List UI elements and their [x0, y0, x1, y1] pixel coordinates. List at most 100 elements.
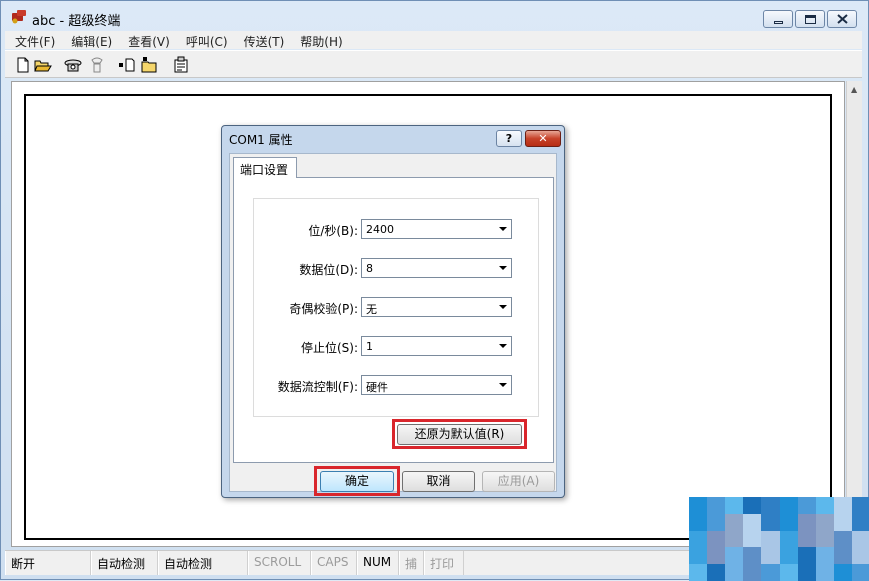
mosaic-tile [851, 530, 869, 548]
stop-bits-select[interactable]: 1 [361, 336, 512, 356]
mosaic-tile [779, 547, 798, 565]
window-title: abc - 超级终端 [32, 14, 121, 29]
chevron-down-icon [499, 266, 507, 270]
flow-control-select[interactable]: 硬件 [361, 375, 512, 395]
mosaic-tile [833, 564, 852, 581]
menu-transfer[interactable]: 传送(T) [234, 31, 291, 49]
scroll-up-icon[interactable]: ▲ [851, 85, 857, 94]
mosaic-tile [761, 564, 780, 581]
apply-button[interactable]: 应用(A) [482, 471, 555, 492]
mosaic-tile [707, 564, 726, 581]
status-detect-2: 自动检测 [158, 551, 248, 575]
menu-help[interactable]: 帮助(H) [290, 31, 348, 49]
status-connection: 断开 [5, 551, 91, 575]
menu-bar: 文件(F) 编辑(E) 查看(V) 呼叫(C) 传送(T) 帮助(H) [5, 31, 862, 49]
ok-button[interactable]: 确定 [320, 471, 394, 492]
mosaic-tile [851, 564, 869, 581]
data-bits-value: 8 [366, 262, 373, 275]
mosaic-tile [815, 513, 834, 531]
parity-select[interactable]: 无 [361, 297, 512, 317]
menu-file[interactable]: 文件(F) [5, 31, 61, 49]
mosaic-tile [779, 530, 798, 548]
call-icon[interactable] [63, 55, 83, 75]
mosaic-tile [725, 564, 744, 581]
mosaic-tile [797, 564, 816, 581]
cancel-button[interactable]: 取消 [402, 471, 475, 492]
mosaic-tile [743, 513, 762, 531]
mosaic-tile [689, 530, 708, 548]
restore-defaults-button[interactable]: 还原为默认值(R) [397, 424, 522, 445]
mosaic-tile [815, 564, 834, 581]
mosaic-tile [761, 513, 780, 531]
mosaic-tile [833, 530, 852, 548]
mosaic-tile [725, 513, 744, 531]
status-detect-1: 自动检测 [91, 551, 158, 575]
mosaic-tile [743, 530, 762, 548]
close-button[interactable] [827, 10, 857, 28]
stop-bits-label: 停止位(S): [300, 341, 358, 355]
send-icon[interactable] [117, 55, 137, 75]
receive-icon[interactable] [139, 55, 159, 75]
status-caps: CAPS [311, 551, 357, 575]
new-icon[interactable] [13, 55, 33, 75]
open-icon[interactable] [33, 55, 53, 75]
mosaic-tile [779, 497, 798, 514]
title-bar: abc - 超级终端 [1, 1, 868, 33]
hyperterminal-icon [12, 10, 26, 24]
menu-view[interactable]: 查看(V) [118, 31, 176, 49]
mosaic-tile [797, 530, 816, 548]
mosaic-tile [779, 513, 798, 531]
mosaic-tile [779, 564, 798, 581]
properties-icon[interactable] [171, 55, 191, 75]
settings-group: 位/秒(B): 2400 数据位(D): 8 奇偶校验(P): 无 停止位(S)… [253, 198, 539, 417]
chevron-down-icon [499, 344, 507, 348]
mosaic-tile [761, 530, 780, 548]
data-bits-select[interactable]: 8 [361, 258, 512, 278]
menu-edit[interactable]: 编辑(E) [61, 31, 118, 49]
maximize-button[interactable] [795, 10, 825, 28]
help-button[interactable]: ? [496, 130, 522, 147]
mosaic-tile [707, 530, 726, 548]
mosaic-tile [707, 513, 726, 531]
tab-port-settings[interactable]: 端口设置 [233, 157, 297, 178]
chevron-down-icon [499, 383, 507, 387]
parity-value: 无 [366, 303, 377, 316]
disconnect-icon[interactable] [87, 55, 107, 75]
flow-control-label: 数据流控制(F): [277, 380, 358, 394]
mosaic-tile [833, 497, 852, 514]
mosaic-tile [725, 497, 744, 514]
mosaic-tile [707, 547, 726, 565]
flow-control-value: 硬件 [366, 381, 388, 394]
mosaic-tile [707, 497, 726, 514]
baud-rate-label: 位/秒(B): [308, 224, 358, 238]
menu-call[interactable]: 呼叫(C) [176, 31, 234, 49]
mosaic-tile [725, 547, 744, 565]
minimize-button[interactable] [763, 10, 793, 28]
vertical-scrollbar[interactable]: ▲ [846, 81, 862, 547]
minimize-icon [773, 20, 783, 24]
status-num: NUM [357, 551, 399, 575]
mosaic-tile [689, 547, 708, 565]
dialog-close-button[interactable]: ✕ [525, 130, 561, 147]
mosaic-tile [833, 547, 852, 565]
chevron-down-icon [499, 227, 507, 231]
baud-rate-select[interactable]: 2400 [361, 219, 512, 239]
mosaic-tile [797, 513, 816, 531]
parity-label: 奇偶校验(P): [289, 302, 358, 316]
status-print: 打印 [424, 551, 464, 575]
maximize-icon [804, 14, 816, 24]
mosaic-tile [815, 497, 834, 514]
mosaic-tile [797, 547, 816, 565]
port-settings-panel: 位/秒(B): 2400 数据位(D): 8 奇偶校验(P): 无 停止位(S)… [233, 177, 554, 463]
data-bits-label: 数据位(D): [299, 263, 358, 277]
dialog-title: COM1 属性 [229, 133, 293, 147]
status-scroll: SCROLL [248, 551, 311, 575]
com1-properties-dialog: COM1 属性 ? ✕ 端口设置 位/秒(B): 2400 数据位(D): 8 [221, 125, 565, 498]
hyperterminal-window: abc - 超级终端 文件(F) 编辑(E) 查看(V) 呼叫(C) 传送(T)… [0, 0, 869, 581]
mosaic-tile [725, 530, 744, 548]
status-capture: 捕 [399, 551, 424, 575]
mosaic-tile [761, 497, 780, 514]
mosaic-tile [815, 530, 834, 548]
mosaic-tile [815, 547, 834, 565]
stop-bits-value: 1 [366, 340, 373, 353]
